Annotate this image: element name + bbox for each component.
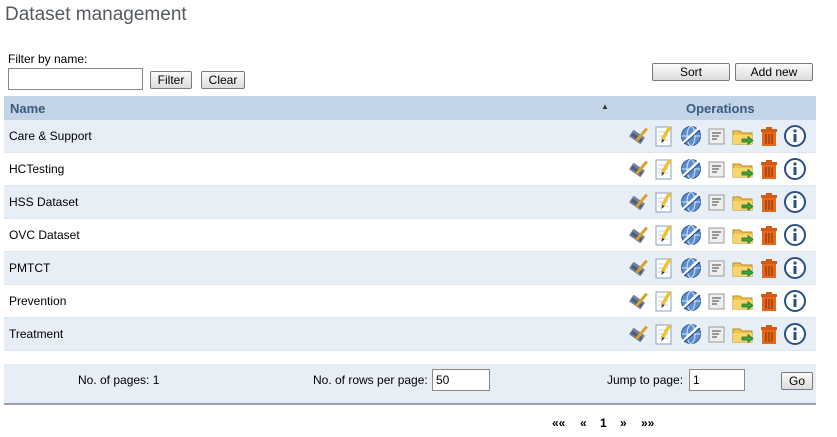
row-operations bbox=[627, 256, 809, 280]
document-icon[interactable] bbox=[705, 157, 729, 181]
dataset-name: Treatment bbox=[9, 327, 64, 341]
broom-edit-icon[interactable] bbox=[627, 223, 651, 247]
last-page-link[interactable]: »» bbox=[641, 416, 654, 430]
dataset-name: PMTCT bbox=[9, 261, 51, 275]
row-operations bbox=[627, 157, 809, 181]
edit-pencil-icon[interactable] bbox=[653, 256, 677, 280]
folder-move-icon[interactable] bbox=[731, 190, 755, 214]
trash-icon[interactable] bbox=[757, 190, 781, 214]
folder-move-icon[interactable] bbox=[731, 157, 755, 181]
dataset-name: HSS Dataset bbox=[9, 195, 79, 209]
table-row[interactable]: OVC Dataset bbox=[4, 219, 816, 252]
translate-globe-icon[interactable] bbox=[679, 223, 703, 247]
filter-button[interactable]: Filter bbox=[150, 71, 192, 89]
table-row[interactable]: HCTesting bbox=[4, 153, 816, 186]
row-operations bbox=[627, 190, 809, 214]
sort-ascending-icon[interactable]: ▲ bbox=[601, 102, 609, 111]
go-button[interactable]: Go bbox=[781, 372, 813, 390]
first-page-link[interactable]: «« bbox=[552, 416, 565, 430]
folder-move-icon[interactable] bbox=[731, 322, 755, 346]
trash-icon[interactable] bbox=[757, 124, 781, 148]
trash-icon[interactable] bbox=[757, 289, 781, 313]
row-operations bbox=[627, 322, 809, 346]
add-new-button[interactable]: Add new bbox=[735, 63, 813, 81]
edit-pencil-icon[interactable] bbox=[653, 289, 677, 313]
translate-globe-icon[interactable] bbox=[679, 289, 703, 313]
broom-edit-icon[interactable] bbox=[627, 322, 651, 346]
document-icon[interactable] bbox=[705, 289, 729, 313]
filter-input[interactable] bbox=[8, 68, 143, 90]
info-icon[interactable] bbox=[783, 289, 807, 313]
rows-per-page-label: No. of rows per page: bbox=[313, 373, 428, 387]
document-icon[interactable] bbox=[705, 223, 729, 247]
broom-edit-icon[interactable] bbox=[627, 289, 651, 313]
broom-edit-icon[interactable] bbox=[627, 124, 651, 148]
next-page-link[interactable]: » bbox=[620, 416, 627, 430]
edit-pencil-icon[interactable] bbox=[653, 223, 677, 247]
edit-pencil-icon[interactable] bbox=[653, 157, 677, 181]
table-header: Name ▲ Operations bbox=[4, 96, 816, 120]
dataset-name: Care & Support bbox=[9, 129, 92, 143]
document-icon[interactable] bbox=[705, 190, 729, 214]
current-page-link[interactable]: 1 bbox=[600, 416, 607, 430]
folder-move-icon[interactable] bbox=[731, 289, 755, 313]
broom-edit-icon[interactable] bbox=[627, 157, 651, 181]
table-row[interactable]: Care & Support bbox=[4, 120, 816, 153]
table-row[interactable]: HSS Dataset bbox=[4, 186, 816, 219]
broom-edit-icon[interactable] bbox=[627, 256, 651, 280]
jump-to-page-label: Jump to page: bbox=[607, 373, 684, 387]
dataset-name: Prevention bbox=[9, 294, 67, 308]
info-icon[interactable] bbox=[783, 322, 807, 346]
pager-bar: No. of pages: 1 No. of rows per page: Ju… bbox=[4, 364, 816, 404]
sort-button[interactable]: Sort bbox=[652, 63, 730, 81]
column-header-name[interactable]: Name bbox=[10, 101, 45, 116]
rows-per-page-input[interactable] bbox=[432, 369, 490, 391]
info-icon[interactable] bbox=[783, 190, 807, 214]
folder-move-icon[interactable] bbox=[731, 256, 755, 280]
pages-count: No. of pages: 1 bbox=[78, 373, 160, 387]
page-title: Dataset management bbox=[5, 4, 187, 25]
dataset-table: Name ▲ Operations Care & Support HCTestin… bbox=[4, 96, 816, 351]
filter-label: Filter by name: bbox=[8, 52, 88, 66]
translate-globe-icon[interactable] bbox=[679, 124, 703, 148]
translate-globe-icon[interactable] bbox=[679, 322, 703, 346]
table-body: Care & Support HCTesting HSS Dataset OVC Da… bbox=[4, 120, 816, 351]
dataset-name: HCTesting bbox=[9, 162, 65, 176]
translate-globe-icon[interactable] bbox=[679, 157, 703, 181]
trash-icon[interactable] bbox=[757, 157, 781, 181]
table-row[interactable]: Prevention bbox=[4, 285, 816, 318]
document-icon[interactable] bbox=[705, 124, 729, 148]
info-icon[interactable] bbox=[783, 124, 807, 148]
trash-icon[interactable] bbox=[757, 256, 781, 280]
folder-move-icon[interactable] bbox=[731, 124, 755, 148]
dataset-name: OVC Dataset bbox=[9, 228, 80, 242]
jump-to-page-input[interactable] bbox=[689, 369, 745, 391]
trash-icon[interactable] bbox=[757, 223, 781, 247]
prev-page-link[interactable]: « bbox=[580, 416, 587, 430]
edit-pencil-icon[interactable] bbox=[653, 322, 677, 346]
document-icon[interactable] bbox=[705, 256, 729, 280]
table-row[interactable]: Treatment bbox=[4, 318, 816, 351]
document-icon[interactable] bbox=[705, 322, 729, 346]
edit-pencil-icon[interactable] bbox=[653, 190, 677, 214]
column-header-operations: Operations bbox=[686, 101, 755, 116]
pager-divider bbox=[4, 403, 816, 405]
row-operations bbox=[627, 124, 809, 148]
edit-pencil-icon[interactable] bbox=[653, 124, 677, 148]
trash-icon[interactable] bbox=[757, 322, 781, 346]
folder-move-icon[interactable] bbox=[731, 223, 755, 247]
info-icon[interactable] bbox=[783, 157, 807, 181]
row-operations bbox=[627, 289, 809, 313]
translate-globe-icon[interactable] bbox=[679, 256, 703, 280]
table-row[interactable]: PMTCT bbox=[4, 252, 816, 285]
row-operations bbox=[627, 223, 809, 247]
clear-button[interactable]: Clear bbox=[201, 71, 245, 89]
info-icon[interactable] bbox=[783, 223, 807, 247]
translate-globe-icon[interactable] bbox=[679, 190, 703, 214]
info-icon[interactable] bbox=[783, 256, 807, 280]
broom-edit-icon[interactable] bbox=[627, 190, 651, 214]
